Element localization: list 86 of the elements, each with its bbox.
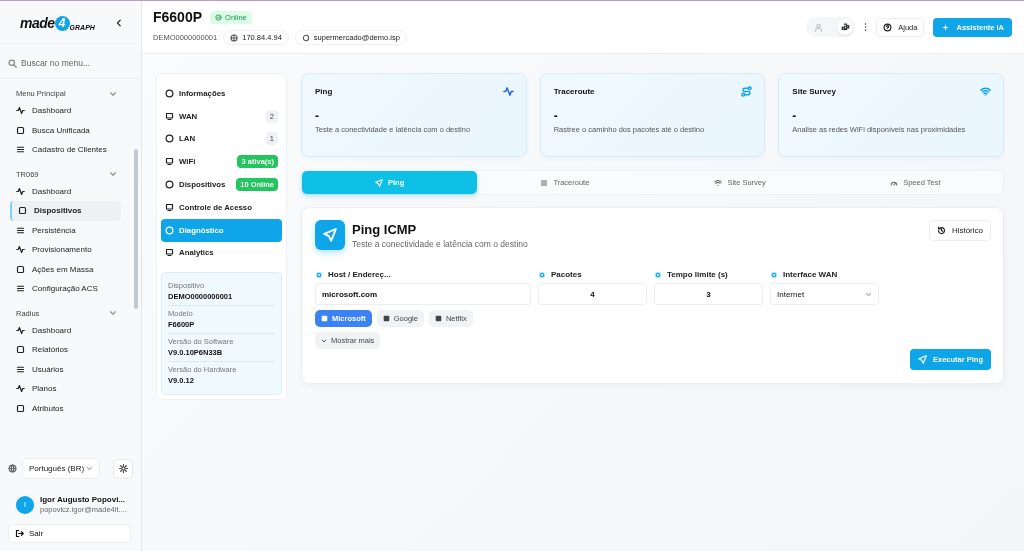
history-icon xyxy=(936,226,946,235)
nav-item[interactable]: Planos xyxy=(10,379,121,399)
square-icon xyxy=(434,315,442,322)
search-icon xyxy=(8,58,17,68)
pulse-icon xyxy=(16,245,25,255)
theme-toggle-button[interactable] xyxy=(113,458,133,479)
settings-button[interactable] xyxy=(837,19,854,35)
field-label: Host / Endereç... xyxy=(328,270,391,279)
input-field[interactable]: microsoft.com xyxy=(315,283,531,305)
square-icon xyxy=(382,315,390,322)
card-title: Ping xyxy=(315,87,333,96)
monitor-icon xyxy=(165,202,174,212)
square-icon xyxy=(16,403,25,413)
input-field[interactable]: 4 xyxy=(538,283,647,305)
sun-icon xyxy=(118,464,128,473)
device-title: F6600P xyxy=(153,9,203,25)
chevron-down-icon[interactable] xyxy=(109,309,117,317)
square-icon xyxy=(16,345,25,355)
nav-item[interactable]: Configuração ACS xyxy=(10,279,121,299)
history-button[interactable]: Histórico xyxy=(928,220,991,241)
card-value: - xyxy=(553,111,559,121)
nav-item[interactable]: Dashboard xyxy=(10,101,121,121)
square-icon xyxy=(16,125,25,135)
circle-icon xyxy=(165,88,174,98)
pulse-icon xyxy=(16,106,25,116)
chevron-down-icon xyxy=(321,337,327,344)
card-title: Traceroute xyxy=(553,87,595,96)
field-icon xyxy=(770,270,778,279)
nav-item[interactable]: Usuários xyxy=(10,359,121,379)
panel-title: Ping ICMP xyxy=(352,222,418,237)
check-circle-icon xyxy=(215,13,223,21)
field-label: Interface WAN xyxy=(783,270,838,279)
nav-item[interactable]: Busca Unificada xyxy=(10,120,121,140)
field-icon xyxy=(654,270,662,279)
pulse-icon xyxy=(502,86,514,97)
square-icon xyxy=(16,264,25,274)
chevron-down-icon xyxy=(86,465,93,472)
route-icon xyxy=(741,86,753,97)
chevron-left-icon[interactable] xyxy=(115,19,123,27)
panel-subtitle: Teste a conectividade e latência com o destino xyxy=(352,239,529,249)
nav-item[interactable]: Ações em Massa xyxy=(10,259,121,279)
nav-item[interactable]: Provisionamento xyxy=(10,240,121,260)
globe-icon xyxy=(230,33,239,42)
card-value: - xyxy=(792,111,798,121)
globe-icon xyxy=(8,464,17,473)
pulse-icon xyxy=(16,384,25,394)
nav-item[interactable]: Cadastro de Clientes xyxy=(10,140,121,160)
wifi-icon xyxy=(980,86,991,97)
field-icon xyxy=(315,270,323,279)
circle-icon xyxy=(165,180,174,190)
monitor-icon xyxy=(165,248,174,258)
square-icon xyxy=(321,315,328,322)
logout-button[interactable]: Sair xyxy=(8,524,131,543)
nav-item[interactable]: Dashboard xyxy=(10,320,121,340)
pulse-icon xyxy=(16,325,25,335)
input-field[interactable]: 3 xyxy=(654,283,763,305)
pulse-icon xyxy=(16,186,25,196)
user-name: Igor Augusto Popovi... xyxy=(40,495,127,504)
chevron-down-icon[interactable] xyxy=(109,89,117,98)
field-label: Pacotes xyxy=(551,270,582,279)
circle-icon xyxy=(165,134,174,144)
send-icon xyxy=(917,355,927,364)
card-value: - xyxy=(315,111,320,121)
interface-select[interactable]: Internet xyxy=(770,283,879,305)
field-icon xyxy=(538,270,546,279)
wifi-icon xyxy=(714,178,723,187)
language-select[interactable]: Português (BR) xyxy=(22,458,100,479)
monitor-icon xyxy=(165,111,174,121)
monitor-icon xyxy=(165,157,174,167)
send-icon xyxy=(375,178,383,187)
circle-icon xyxy=(301,33,310,42)
field-label: Tempo limite (s) xyxy=(667,270,728,279)
chevron-down-icon xyxy=(865,290,872,298)
chevron-down-icon[interactable] xyxy=(109,170,117,178)
nav-item[interactable]: Atributos xyxy=(10,398,121,418)
nav-item[interactable]: Dispositivos xyxy=(10,201,121,221)
help-icon xyxy=(883,22,893,32)
nav-item[interactable]: Persistência xyxy=(10,220,121,240)
nav-item[interactable]: Relatórios xyxy=(10,340,121,360)
nav-item[interactable]: Dashboard xyxy=(10,181,121,201)
logout-icon xyxy=(15,529,24,538)
circle-icon xyxy=(165,225,174,235)
search-field[interactable]: Buscar no menu... xyxy=(21,58,131,68)
more-icon[interactable] xyxy=(864,22,868,32)
square-icon xyxy=(18,206,27,216)
card-title: Site Survey xyxy=(792,87,836,96)
